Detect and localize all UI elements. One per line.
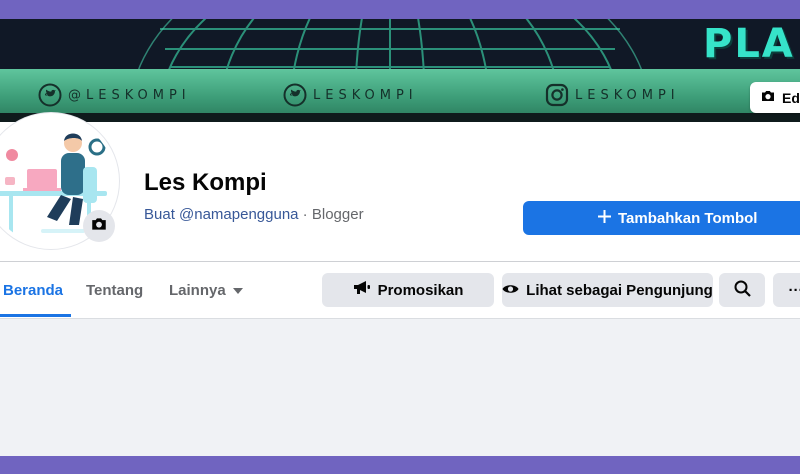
tab-label: Lainnya <box>169 281 226 299</box>
social-handle: @LESKOMPI <box>68 87 191 103</box>
view-as-label: Lihat sebagai Pengunjung <box>526 281 713 299</box>
tab-label: Beranda <box>3 281 64 299</box>
view-as-visitor-button[interactable]: Lihat sebagai Pengunjung <box>502 273 713 307</box>
camera-icon <box>760 88 776 107</box>
search-icon <box>734 280 751 301</box>
promote-button[interactable]: Promosikan <box>322 273 494 307</box>
camera-icon <box>90 215 108 238</box>
eye-icon <box>502 282 519 299</box>
nav-divider <box>0 318 800 319</box>
twitter-icon <box>283 83 307 107</box>
cover-bottom-strip <box>0 113 800 122</box>
cover-photo: @LESKOMPI LESKOMPI LESKOMPI PLA Edi <box>0 19 800 122</box>
create-username-link[interactable]: Buat @namapengguna <box>144 206 299 223</box>
frame-bottom <box>0 456 800 474</box>
social-twitter-1: @LESKOMPI <box>38 83 191 107</box>
more-options-button[interactable]: ··· <box>773 273 800 307</box>
more-icon: ··· <box>788 281 800 299</box>
add-button-label: Tambahkan Tombol <box>618 209 758 227</box>
instagram-icon <box>545 83 569 107</box>
search-button[interactable] <box>719 273 765 307</box>
frame-top <box>0 0 800 19</box>
caret-down-icon <box>232 282 244 299</box>
edit-cover-button[interactable]: Edi <box>750 82 800 113</box>
page-subtitle: Buat @namapengguna · Blogger <box>144 206 364 223</box>
promote-label: Promosikan <box>377 281 464 299</box>
tab-lainnya[interactable]: Lainnya <box>169 262 244 318</box>
page-header: Les Kompi Buat @namapengguna · Blogger T… <box>0 113 800 261</box>
tab-beranda[interactable]: Beranda <box>3 262 63 318</box>
change-profile-photo-button[interactable] <box>83 210 115 242</box>
plus-icon <box>598 209 611 227</box>
page-category: Blogger <box>311 206 364 223</box>
facebook-page-screen: @LESKOMPI LESKOMPI LESKOMPI PLA Edi <box>0 19 800 456</box>
add-button-button[interactable]: Tambahkan Tombol <box>523 201 800 235</box>
social-instagram: LESKOMPI <box>545 83 680 107</box>
cover-title-text: PLA <box>703 21 795 67</box>
social-handle: LESKOMPI <box>575 87 680 103</box>
page-nav: Beranda Tentang Lainnya Promosikan Lihat… <box>0 262 800 318</box>
tab-tentang[interactable]: Tentang <box>86 262 143 318</box>
active-tab-indicator <box>0 314 71 317</box>
megaphone-icon <box>353 280 371 300</box>
edit-cover-label: Edi <box>782 89 800 106</box>
social-handle: LESKOMPI <box>313 87 418 103</box>
tab-label: Tentang <box>86 281 144 299</box>
page-title: Les Kompi <box>144 169 267 196</box>
twitter-icon <box>38 83 62 107</box>
social-twitter-2: LESKOMPI <box>283 83 418 107</box>
subtitle-separator: · <box>298 206 312 223</box>
